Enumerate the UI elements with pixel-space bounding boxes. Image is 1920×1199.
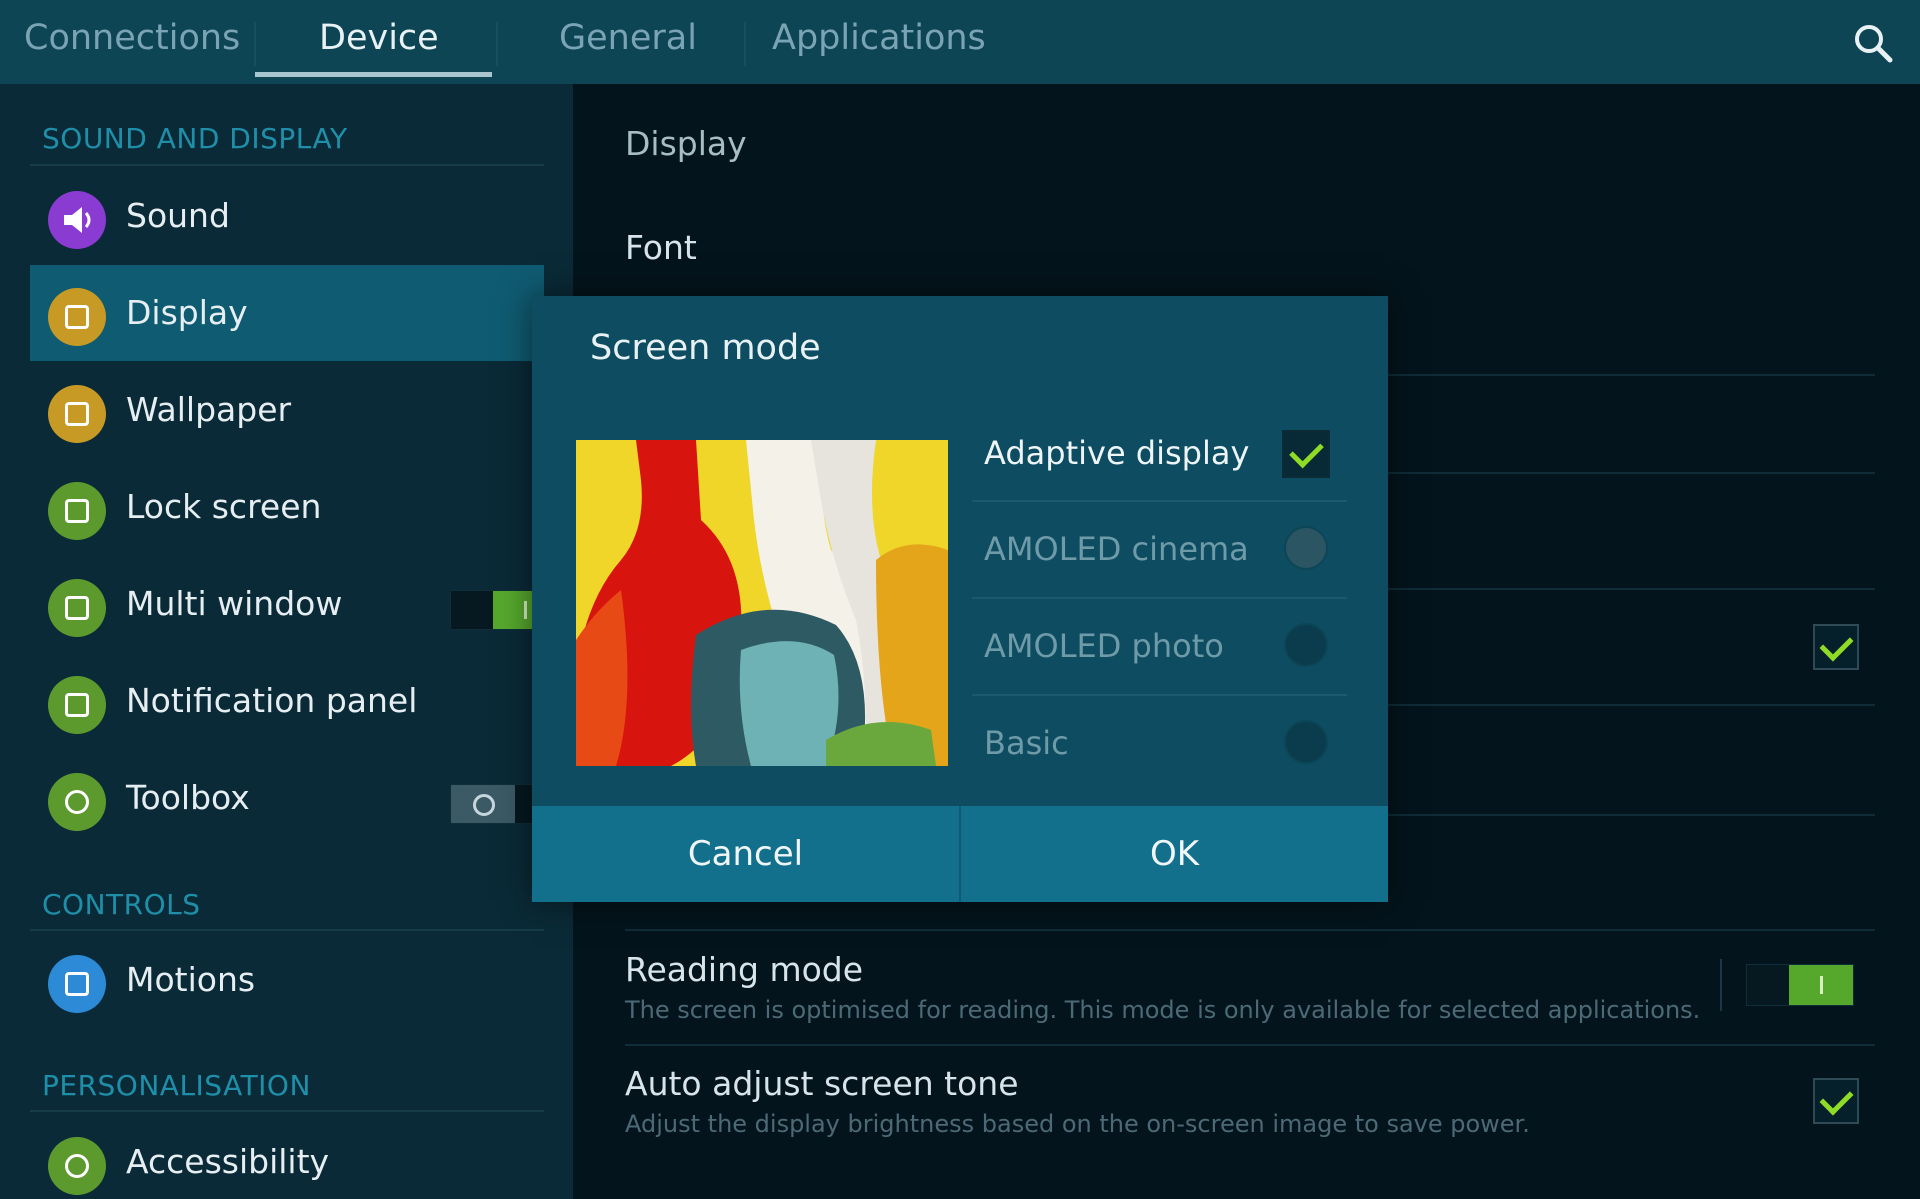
section-divider [30,1110,544,1112]
dialog-title: Screen mode [590,328,821,368]
lock-screen-icon [48,482,106,540]
sidebar-item-toolbox[interactable]: Toolbox [30,750,558,846]
toggle-separator [1720,959,1722,1011]
sidebar-item-label: Motions [126,960,256,999]
sidebar-item-accessibility[interactable]: Accessibility [30,1114,544,1199]
multi-window-icon [48,579,106,637]
speaker-icon [48,191,106,249]
tab-applications[interactable]: Applications [772,18,986,68]
basic-label[interactable]: Basic [984,724,1069,762]
sidebar-item-label: Lock screen [126,487,322,526]
option-divider [972,694,1347,696]
adaptive-display-label[interactable]: Adaptive display [984,434,1249,472]
adaptive-display-checkbox[interactable] [1282,430,1330,478]
amoled-photo-radio[interactable] [1284,623,1328,667]
tab-general[interactable]: General [559,18,697,68]
row-divider [625,929,1875,931]
amoled-cinema-label[interactable]: AMOLED cinema [984,530,1249,568]
auto-adjust-screen-tone-subtitle: Adjust the display brightness based on t… [625,1110,1530,1138]
option-divider [972,597,1347,599]
sidebar-item-label: Multi window [126,584,343,623]
sidebar-item-multi-window[interactable]: Multi window [30,556,558,652]
tab-separator [744,22,746,66]
amoled-photo-label[interactable]: AMOLED photo [984,627,1224,665]
amoled-cinema-radio[interactable] [1284,526,1328,570]
top-tab-bar: Connections Device General Applications [0,0,1920,84]
section-divider [30,164,544,166]
toolbox-icon [48,773,106,831]
sidebar-item-label: Notification panel [126,681,418,720]
cancel-button[interactable]: Cancel [532,806,959,902]
reading-mode-subtitle: The screen is optimised for reading. Thi… [625,996,1701,1024]
screen-mode-preview-image [576,440,948,766]
section-header-sound-and-display: SOUND AND DISPLAY [42,122,348,155]
settings-sidebar: SOUND AND DISPLAY Sound Display Wallpape… [0,84,573,1199]
sidebar-item-label: Display [126,293,248,332]
reading-mode-toggle[interactable] [1746,964,1854,1006]
section-divider [30,929,544,931]
option-divider [972,500,1347,502]
sidebar-item-label: Toolbox [126,778,250,817]
section-header-personalisation: PERSONALISATION [42,1069,311,1102]
tab-separator [496,22,498,66]
auto-adjust-screen-tone-title[interactable]: Auto adjust screen tone [625,1064,1019,1103]
auto-adjust-screen-tone-checkbox[interactable] [1813,1078,1859,1124]
section-header-controls: CONTROLS [42,888,201,921]
tab-device[interactable]: Device [319,18,439,68]
screen-mode-dialog: Screen mode Adaptive display AMOLED cine… [532,296,1388,902]
sidebar-item-wallpaper[interactable]: Wallpaper [30,362,544,458]
sidebar-item-lock-screen[interactable]: Lock screen [30,459,544,555]
reading-mode-title[interactable]: Reading mode [625,950,863,989]
sidebar-item-sound[interactable]: Sound [30,168,544,264]
ok-button[interactable]: OK [961,806,1388,902]
sidebar-item-label: Wallpaper [126,390,292,429]
search-icon[interactable] [1852,22,1894,64]
wallpaper-icon [48,385,106,443]
sidebar-item-label: Accessibility [126,1142,330,1181]
sidebar-item-notification-panel[interactable]: Notification panel [30,653,544,749]
motions-icon [48,955,106,1013]
accessibility-icon [48,1137,106,1195]
tab-connections[interactable]: Connections [24,18,240,68]
row-divider [625,1044,1875,1046]
sidebar-item-display[interactable]: Display [30,265,544,361]
tab-separator [254,22,256,66]
display-icon [48,288,106,346]
font-setting[interactable]: Font [625,228,697,267]
sidebar-item-motions[interactable]: Motions [30,932,544,1028]
active-tab-indicator [255,72,492,77]
notification-panel-icon [48,676,106,734]
basic-radio[interactable] [1284,720,1328,764]
sidebar-item-label: Sound [126,196,230,235]
panel-header: Display [625,124,747,163]
setting-checkbox[interactable] [1813,624,1859,670]
